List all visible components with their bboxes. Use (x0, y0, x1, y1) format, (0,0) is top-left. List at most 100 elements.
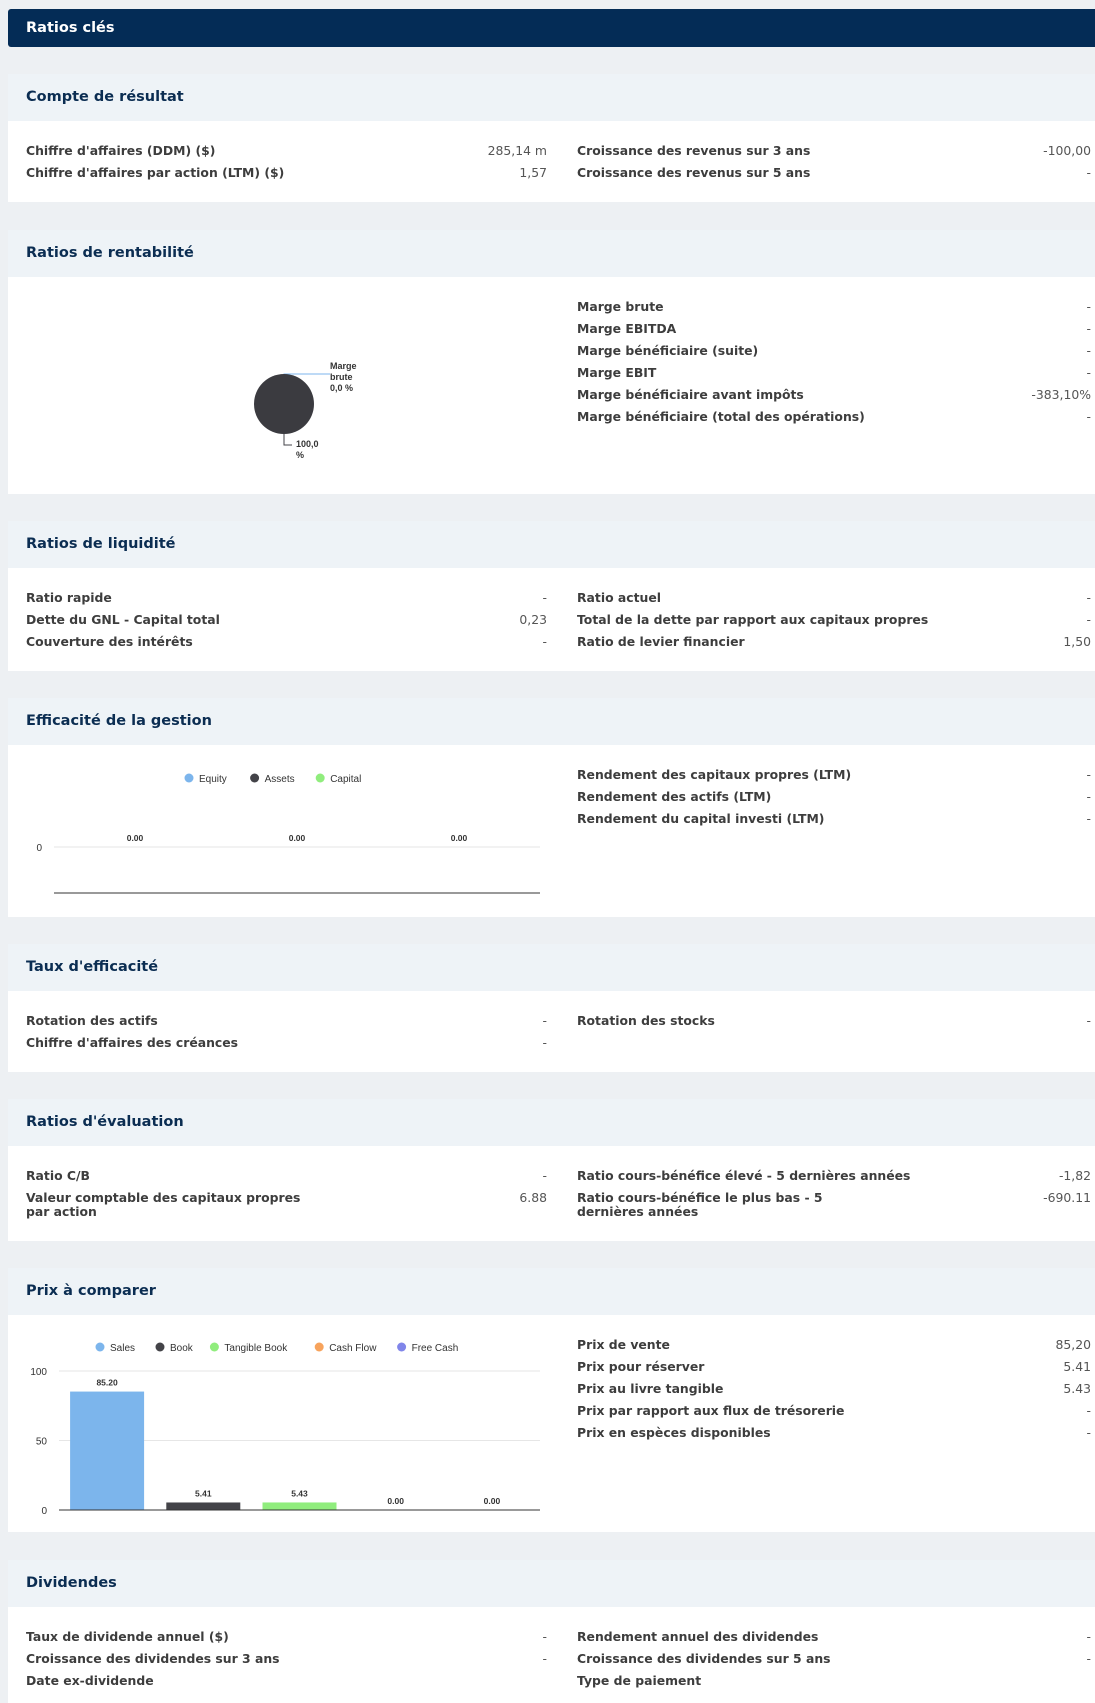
metric-label: Croissance des dividendes sur 5 ans (577, 1651, 831, 1666)
pie-label-top-1: Marge (330, 361, 357, 371)
metric-value: - (542, 1629, 547, 1644)
metric-value: - (542, 590, 547, 605)
pie-slice (254, 374, 314, 434)
metric-label: Marge EBIT (577, 365, 657, 380)
legend-marker (155, 1342, 165, 1352)
metric-value: - (1086, 1629, 1091, 1644)
metric-label: Ratio actuel (577, 590, 661, 605)
metric-label: Prix en espèces disponibles (577, 1425, 771, 1440)
legend-label: Tangible Book (224, 1343, 288, 1354)
efficiency-section: Taux d'efficacité Rotation des actifs - … (8, 944, 1095, 1072)
section-title: Ratios de rentabilité (8, 230, 1095, 277)
metric-value: - (1086, 1651, 1091, 1666)
metric-value: - (1086, 590, 1091, 605)
legend-label: Free Cash (412, 1343, 459, 1354)
metric-value: - (1086, 811, 1091, 826)
metric-value: - (542, 1035, 547, 1050)
y-tick-label: 0 (41, 1506, 47, 1517)
metric-label: Ratio C/B (26, 1168, 90, 1183)
bar-value-label: 0.00 (451, 833, 468, 843)
section-title: Ratios d'évaluation (8, 1099, 1095, 1146)
management-efficiency-section: Efficacité de la gestion Equity Assets Cap… (8, 698, 1095, 917)
legend-marker (314, 1342, 324, 1352)
metric-value: - (542, 1013, 547, 1028)
metric-label: Valeur comptable des capitaux propres pa… (26, 1190, 301, 1219)
metric-label: Rotation des stocks (577, 1013, 715, 1028)
metric-value: - (1086, 165, 1091, 180)
section-title: Ratios de liquidité (8, 521, 1095, 568)
pie-label-bottom-1: 100,0 (296, 439, 319, 449)
metric-label: Prix pour réserver (577, 1359, 705, 1374)
metric-label: Croissance des revenus sur 5 ans (577, 165, 811, 180)
pie-label-top-3: 0,0 % (330, 383, 353, 393)
metric-label: Chiffre d'affaires (DDM) ($) (26, 143, 216, 158)
metric-label: Marge bénéficiaire (total des opérations… (577, 409, 865, 424)
y-tick-label: 50 (36, 1437, 48, 1448)
bar (262, 1502, 337, 1510)
metric-label: Chiffre d'affaires des créances (26, 1035, 239, 1050)
legend-label: Assets (265, 774, 295, 785)
management-bar-chart: Equity Assets Capital 0 0.00 0.00 0.00 (36, 773, 540, 894)
metric-value: -100,00 (1043, 143, 1091, 158)
valuation-section: Ratios d'évaluation Ratio C/B - Valeur c… (8, 1099, 1095, 1241)
metric-label: Croissance des revenus sur 3 ans (577, 143, 811, 158)
bar-value-label: 0.00 (127, 833, 144, 843)
metric-label: Chiffre d'affaires par action (LTM) ($) (26, 165, 285, 180)
section-title: Compte de résultat (8, 74, 1095, 121)
metric-value: 6.88 (519, 1190, 547, 1205)
metric-value: - (542, 634, 547, 649)
bar-value-label: 85.20 (96, 1378, 118, 1388)
metric-label: Rendement annuel des dividendes (577, 1629, 819, 1644)
metric-label: Prix de vente (577, 1337, 670, 1352)
legend-label: Book (170, 1343, 194, 1354)
metric-label: Prix au livre tangible (577, 1381, 724, 1396)
metric-value: 285,14 m (487, 143, 547, 158)
income-statement-section: Compte de résultat Chiffre d'affaires (D… (8, 74, 1095, 202)
metric-label: Rendement du capital investi (LTM) (577, 811, 825, 826)
metric-value: 0,23 (519, 612, 547, 627)
y-tick-label: 0 (36, 843, 42, 854)
metric-label: Marge brute (577, 299, 664, 314)
metric-value: - (542, 1651, 547, 1666)
bar-value-label: 5.41 (195, 1488, 212, 1498)
metric-label: Prix par rapport aux flux de trésorerie (577, 1403, 845, 1418)
metric-value: - (1086, 343, 1091, 358)
metric-label: Dette du GNL - Capital total (26, 612, 220, 627)
pie-label-bottom-2: % (296, 450, 304, 460)
metric-label: Date ex-dividende (26, 1673, 154, 1688)
price-comparison-section: Prix à comparer Sales Book Tangible Book Ca… (8, 1268, 1095, 1532)
metric-value: - (1086, 789, 1091, 804)
metric-value: - (1086, 612, 1091, 627)
metric-label: Type de paiement (577, 1673, 702, 1688)
price-bar-chart: Sales Book Tangible Book Cash Flow Free Cash… (30, 1342, 540, 1517)
bar (70, 1391, 145, 1510)
y-tick-label: 100 (30, 1367, 47, 1378)
metric-label: Rotation des actifs (26, 1013, 158, 1028)
metric-value: 5.41 (1063, 1359, 1091, 1374)
legend-marker (209, 1342, 219, 1352)
metric-value: -690.11 (1043, 1190, 1091, 1205)
metric-label: Ratio de levier financier (577, 634, 745, 649)
pie-label-top-2: brute (330, 372, 353, 382)
metric-label: Total de la dette par rapport aux capita… (577, 612, 929, 627)
legend-marker (184, 773, 194, 783)
bar-value-label: 0.00 (484, 1496, 501, 1506)
legend-label: Sales (110, 1343, 135, 1354)
metric-value: - (1086, 1013, 1091, 1028)
legend-label: Equity (199, 774, 227, 785)
legend-label: Cash Flow (329, 1343, 377, 1354)
legend-marker (95, 1342, 105, 1352)
metric-label: Ratio cours-bénéfice élevé - 5 dernières… (577, 1168, 911, 1183)
bar-value-label: 5.43 (291, 1488, 308, 1498)
metric-value: - (1086, 365, 1091, 380)
bar (166, 1502, 241, 1510)
metric-value: 1,57 (519, 165, 547, 180)
metric-value: 1,50 (1063, 634, 1091, 649)
profitability-section: Ratios de rentabilité Marge brute 0,0 % … (8, 230, 1095, 494)
section-title: Efficacité de la gestion (8, 698, 1095, 745)
section-title: Dividendes (8, 1560, 1095, 1607)
page-title: Ratios clés (8, 9, 1095, 47)
section-title: Taux d'efficacité (8, 944, 1095, 991)
metric-value: - (1086, 321, 1091, 336)
metric-label: Croissance des dividendes sur 3 ans (26, 1651, 280, 1666)
